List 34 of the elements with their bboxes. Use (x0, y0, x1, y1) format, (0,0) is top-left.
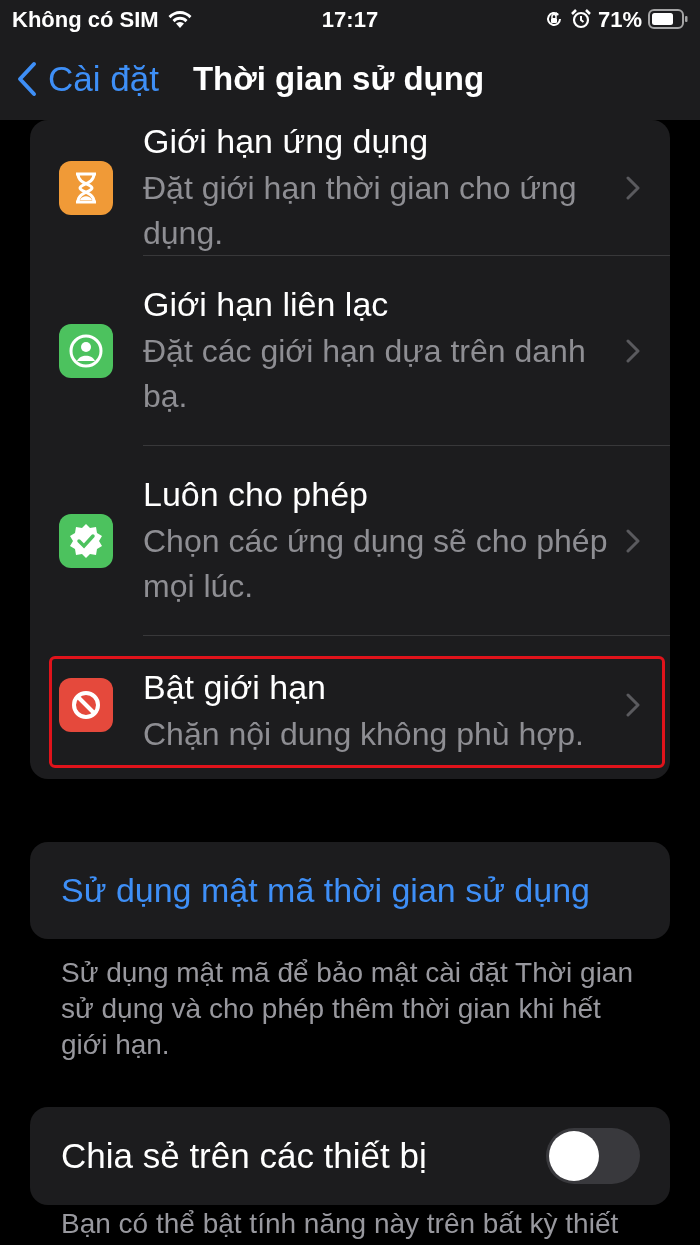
back-chevron-icon (16, 61, 38, 97)
battery-icon (648, 9, 688, 29)
share-note: Bạn có thể bật tính năng này trên bất kỳ thiết (61, 1207, 620, 1241)
row-subtitle: Chọn các ứng dụng sẽ cho phép mọi lúc. (143, 521, 609, 606)
chevron-icon[interactable] (626, 175, 640, 200)
row-subtitle: Đặt giới hạn thời gian cho ứng dụng. (143, 168, 578, 253)
carrier-text: Không có SIM (12, 5, 159, 34)
menu-row[interactable]: Giới hạn liên lạc Đặt các giới hạn dựa trên danh bạ. (30, 256, 670, 445)
row-title: Luôn cho phép (143, 473, 369, 515)
row-subtitle: Đặt các giới hạn dựa trên danh bạ. (143, 331, 587, 416)
person-icon (59, 323, 113, 378)
battery-percent: 71% (597, 5, 642, 34)
clock-time: 17:17 (321, 5, 379, 34)
wifi-icon (166, 9, 193, 29)
hourglass-icon (59, 160, 113, 215)
check-badge-icon (59, 513, 113, 568)
alarm-icon (569, 8, 592, 30)
menu-row[interactable]: Luôn cho phép Chọn các ứng dụng sẽ cho phép mọi lúc. (30, 446, 670, 635)
passcode-link[interactable]: Sử dụng mật mã thời gian sử dụng (30, 842, 670, 939)
back-button[interactable]: Cài đặt (0, 52, 159, 106)
nav-title: Thời gian sử dụng (192, 59, 485, 100)
row-title: Bật giới hạn (143, 667, 327, 708)
chevron-icon[interactable] (626, 338, 640, 363)
share-label: Chia sẻ trên các thiết bị (61, 1134, 427, 1177)
share-toggle[interactable] (546, 1128, 640, 1184)
menu-row[interactable]: Giới hạn ứng dụng Đặt giới hạn thời gian cho ứng dụng. (30, 120, 670, 255)
row-title: Giới hạn liên lạc (143, 283, 390, 325)
menu-row[interactable]: Bật giới hạn Chặn nội dung không phù hợp. (30, 636, 670, 773)
no-entry-icon (59, 677, 113, 732)
chevron-icon[interactable] (626, 528, 640, 553)
row-title: Giới hạn ứng dụng (143, 120, 430, 162)
chevron-icon[interactable] (626, 692, 640, 717)
row-subtitle: Chặn nội dung không phù hợp. (143, 715, 585, 754)
passcode-note: Sử dụng mật mã để bảo mật cài đặt Thời gian sử dụng và cho phép thêm thời gian khi hết giới hạn. (61, 956, 635, 1062)
